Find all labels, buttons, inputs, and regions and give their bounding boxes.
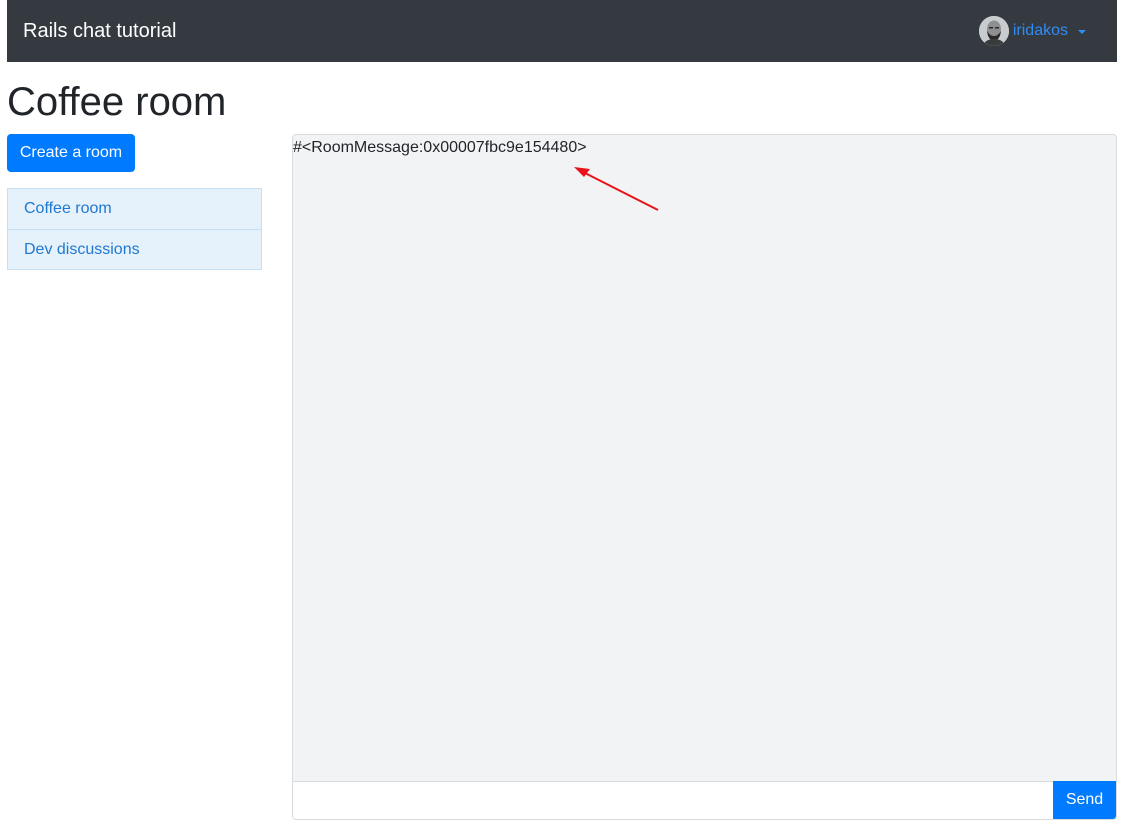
message-list[interactable]: #<RoomMessage:0x00007fbc9e154480> xyxy=(293,135,1116,781)
caret-down-icon xyxy=(1078,29,1086,34)
message-input[interactable] xyxy=(293,782,1053,819)
send-button[interactable]: Send xyxy=(1053,781,1116,819)
top-navbar: Rails chat tutorial iridakos xyxy=(7,0,1117,62)
room-list-item-coffee-room[interactable]: Coffee room xyxy=(8,189,261,229)
page-title: Coffee room xyxy=(7,80,227,124)
create-room-button[interactable]: Create a room xyxy=(7,134,135,172)
annotation-arrow-icon xyxy=(574,167,659,211)
user-avatar xyxy=(978,16,1009,46)
room-list: Coffee room Dev discussions xyxy=(7,188,262,270)
room-list-item-dev-discussions[interactable]: Dev discussions xyxy=(8,229,261,269)
user-name: iridakos xyxy=(1012,22,1068,39)
navbar-brand[interactable]: Rails chat tutorial xyxy=(23,19,176,43)
chat-panel: #<RoomMessage:0x00007fbc9e154480> Send xyxy=(292,134,1117,820)
user-dropdown-toggle[interactable]: iridakos xyxy=(978,16,1086,46)
message-form: Send xyxy=(293,781,1116,819)
